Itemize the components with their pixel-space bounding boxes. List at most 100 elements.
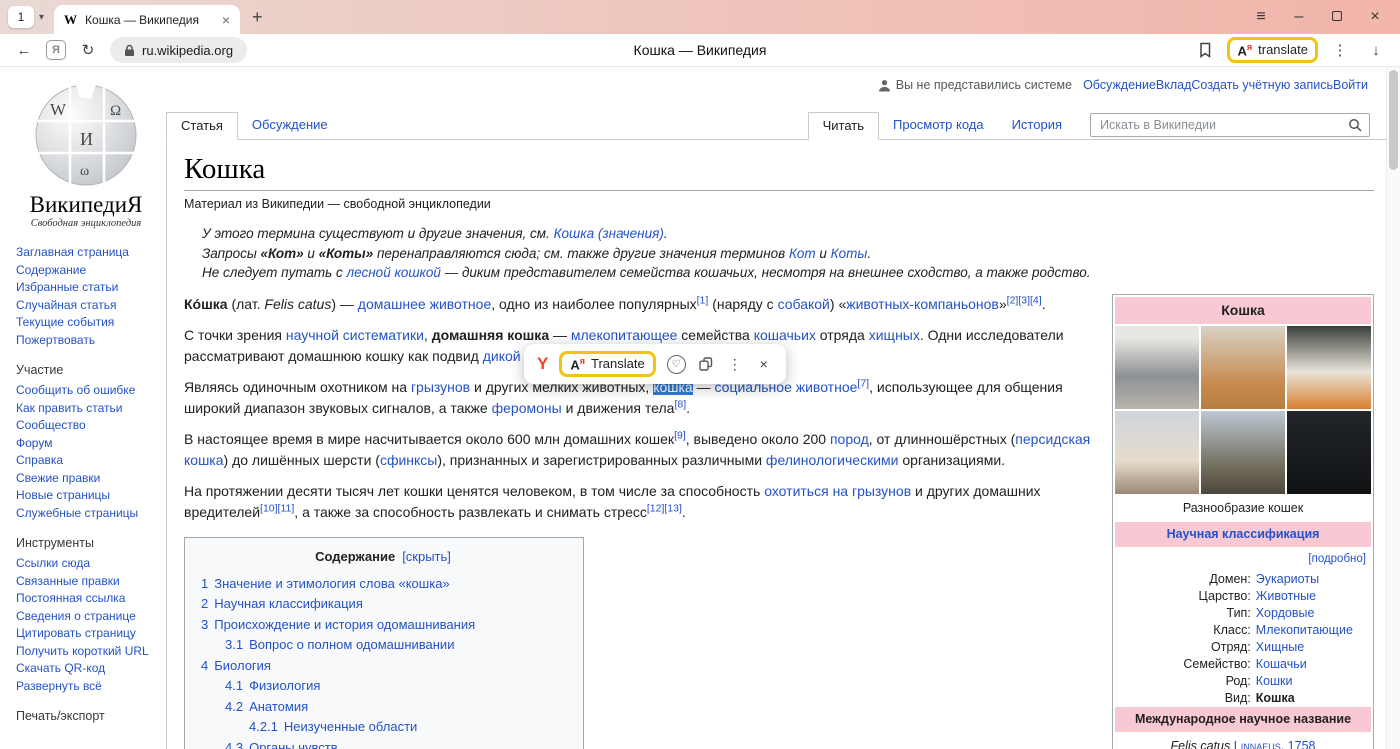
inline-link[interactable]: собакой [778, 296, 830, 312]
sidebar-item[interactable]: Связанные правки [16, 573, 156, 591]
inline-link[interactable]: домашнее животное [358, 296, 491, 312]
taxonomy-value[interactable]: Эукариоты [1256, 571, 1371, 588]
inline-link[interactable]: научной систематики [286, 327, 424, 343]
popup-translate-button[interactable]: Aя Translate [570, 356, 644, 372]
taxonomy-value[interactable]: Кошачьи [1256, 656, 1371, 673]
page-tab[interactable]: Статья [166, 112, 238, 140]
inline-link[interactable]: грызунов [411, 379, 470, 395]
sidebar-item[interactable]: Свежие правки [16, 470, 156, 488]
inline-link[interactable]: кошачьих [754, 327, 816, 343]
inline-link[interactable]: Кошка (значения) [554, 226, 664, 241]
inline-link[interactable]: , 1758 [1281, 739, 1316, 749]
toc-item[interactable]: 4.3Органы чувств [201, 738, 565, 749]
cat-photo[interactable] [1201, 411, 1285, 494]
taxonomy-value[interactable]: Хищные [1256, 639, 1371, 656]
personal-link[interactable]: Вклад [1156, 78, 1192, 92]
inline-link[interactable]: лесной кошкой [347, 265, 441, 280]
sidebar-item[interactable]: Получить короткий URL [16, 643, 156, 661]
personal-link[interactable]: Войти [1333, 78, 1368, 92]
sidebar-item[interactable]: Ссылки сюда [16, 555, 156, 573]
toc-item[interactable]: 3.1Вопрос о полном одомашнивании [201, 635, 565, 656]
address-bar[interactable]: ru.wikipedia.org [110, 37, 247, 63]
inline-link[interactable]: Коты [831, 246, 868, 261]
minimize-button[interactable]: – [1280, 8, 1318, 26]
cat-photo[interactable] [1115, 326, 1199, 409]
sidebar-item[interactable]: Развернуть всё [16, 678, 156, 696]
footnote-ref[interactable]: [1] [697, 294, 709, 306]
inline-link[interactable]: животных-компаньонов [846, 296, 999, 312]
cat-photo[interactable] [1287, 411, 1371, 494]
scrollbar-thumb[interactable] [1389, 70, 1398, 170]
taxonomy-value[interactable]: Животные [1256, 588, 1371, 605]
yandex-button[interactable]: Я [42, 36, 70, 64]
footnote-ref[interactable]: [12][13] [647, 502, 682, 514]
inline-link[interactable]: Кот [789, 246, 816, 261]
sidebar-item[interactable]: Пожертвовать [16, 332, 156, 350]
tab-close-icon[interactable]: × [222, 12, 230, 28]
footnote-ref[interactable]: [10][11] [260, 502, 294, 514]
download-icon[interactable]: ↓ [1362, 36, 1390, 64]
sidebar-item[interactable]: Постоянная ссылка [16, 590, 156, 608]
cat-photo[interactable] [1201, 326, 1285, 409]
details-link[interactable]: [подробно] [1115, 547, 1371, 571]
footnote-ref[interactable]: [2][3][4] [1007, 294, 1042, 306]
page-tab[interactable]: Просмотр кода [879, 112, 998, 139]
sidebar-item[interactable]: Избранные статьи [16, 279, 156, 297]
footnote-ref[interactable]: [9] [674, 429, 686, 441]
back-button[interactable]: ← [10, 36, 38, 64]
search-icon[interactable] [1348, 118, 1362, 132]
bookmark-icon[interactable] [1191, 36, 1219, 64]
translate-button[interactable]: Aя translate [1237, 42, 1308, 58]
search-input[interactable] [1098, 117, 1342, 133]
sidebar-item[interactable]: Заглавная страница [16, 244, 156, 262]
sidebar-item[interactable]: Текущие события [16, 314, 156, 332]
page-tab[interactable]: Читать [808, 112, 879, 140]
toc-item[interactable]: 4.2Анатомия [201, 697, 565, 718]
taxonomy-value[interactable]: Кошка [1256, 690, 1371, 707]
sidebar-item[interactable]: Форум [16, 435, 156, 453]
toolbar-more-icon[interactable]: ⋮ [1326, 36, 1354, 64]
chevron-down-icon[interactable]: ▾ [39, 12, 44, 23]
inline-link[interactable]: феромоны [492, 400, 562, 416]
sidebar-item[interactable]: Цитировать страницу [16, 625, 156, 643]
footnote-ref[interactable]: [7] [857, 377, 869, 389]
personal-link[interactable]: Обсуждение [1083, 78, 1156, 92]
sidebar-item[interactable]: Служебные страницы [16, 505, 156, 523]
personal-link[interactable]: Создать учётную запись [1191, 78, 1333, 92]
page-tab[interactable]: Обсуждение [238, 112, 342, 139]
toc-item[interactable]: 1Значение и этимология слова «кошка» [201, 574, 565, 595]
inline-link[interactable]: Linnaeus [1234, 739, 1281, 749]
cat-photo[interactable] [1115, 411, 1199, 494]
sidebar-item[interactable]: Новые страницы [16, 487, 156, 505]
inline-link[interactable]: фелинологическими [766, 452, 899, 468]
page-tab[interactable]: История [998, 112, 1076, 139]
maximize-button[interactable] [1318, 8, 1356, 26]
toc-hide-toggle[interactable]: [скрыть] [402, 549, 451, 564]
popup-more-icon[interactable]: ⋮ [726, 356, 744, 373]
toc-item[interactable]: 4.1Физиология [201, 676, 565, 697]
cat-photo[interactable] [1287, 326, 1371, 409]
favorite-icon[interactable]: ♡ [667, 355, 686, 374]
sidebar-item[interactable]: Сообщество [16, 417, 156, 435]
sidebar-item[interactable]: Сообщить об ошибке [16, 382, 156, 400]
toc-item[interactable]: 3Происхождение и история одомашнивания [201, 615, 565, 636]
wikipedia-logo[interactable]: W Ω И ω ВикипедиЯ Свободная энциклопедия [16, 83, 156, 229]
close-window-button[interactable]: × [1356, 8, 1394, 26]
toc-item[interactable]: 4Биология [201, 656, 565, 677]
sidebar-item[interactable]: Содержание [16, 262, 156, 280]
sidebar-item[interactable]: Как править статьи [16, 400, 156, 418]
sci-classification-header[interactable]: Научная классификация [1115, 522, 1371, 547]
inline-link[interactable]: пород [830, 431, 869, 447]
footnote-ref[interactable]: [8] [674, 398, 686, 410]
reload-button[interactable]: ↻ [74, 36, 102, 64]
sidebar-item[interactable]: Справка [16, 452, 156, 470]
inline-link[interactable]: охотиться на грызунов [764, 483, 911, 499]
taxonomy-value[interactable]: Млекопитающие [1256, 622, 1371, 639]
inline-link[interactable]: сфинксы [380, 452, 437, 468]
browser-menu-icon[interactable]: ≡ [1242, 8, 1280, 26]
taxonomy-value[interactable]: Хордовые [1256, 605, 1371, 622]
inline-link[interactable]: хищных [869, 327, 920, 343]
wiki-search-box[interactable] [1090, 113, 1370, 137]
sidebar-item[interactable]: Случайная статья [16, 297, 156, 315]
copy-icon[interactable] [697, 357, 715, 371]
